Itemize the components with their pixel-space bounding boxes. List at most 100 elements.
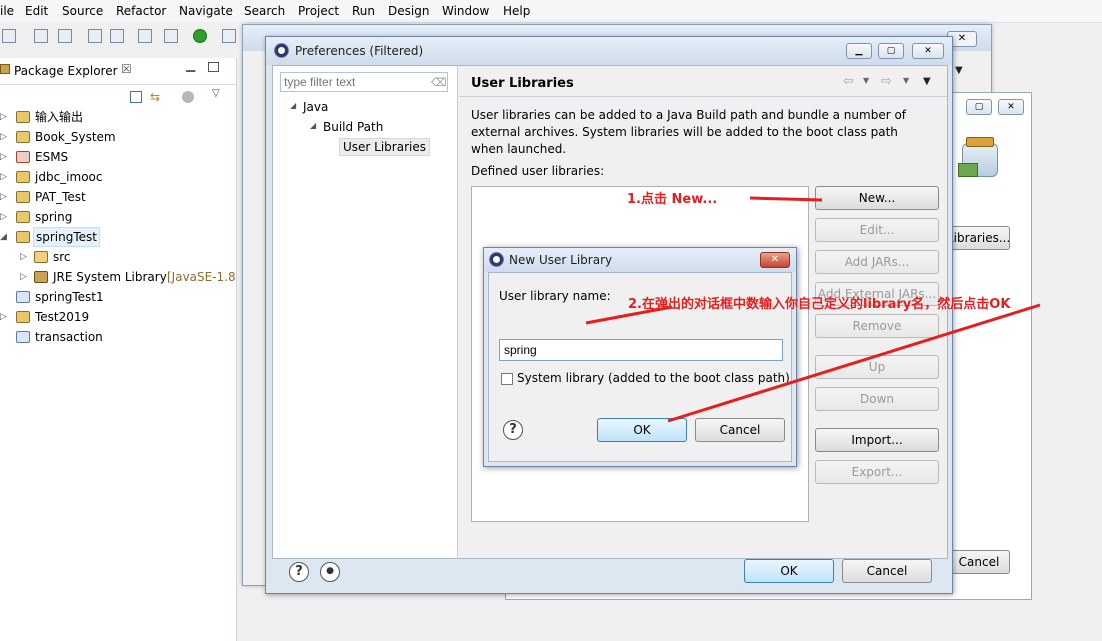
import-button[interactable]: Import... (815, 428, 939, 452)
tree-item[interactable]: ▷ PAT_Test (0, 187, 236, 207)
project-error-icon (16, 151, 30, 163)
run-icon[interactable] (193, 29, 207, 43)
close-icon[interactable]: ☒ (121, 62, 132, 76)
tree-item[interactable]: transaction (0, 327, 236, 347)
collapse-arrow-icon[interactable]: ◢ (0, 227, 8, 247)
maximize-icon[interactable] (208, 62, 219, 72)
tree-item-label: Test2019 (35, 310, 90, 324)
project-icon (16, 131, 30, 143)
edit-button[interactable]: Edit... (815, 218, 939, 242)
preferences-ok-button[interactable]: OK (744, 559, 834, 583)
expand-arrow-icon[interactable]: ▷ (0, 307, 8, 327)
menu-help[interactable]: Help (503, 4, 530, 18)
expand-arrow-icon[interactable]: ▷ (0, 167, 8, 187)
collapse-all-icon[interactable] (130, 91, 142, 103)
open-type-icon[interactable] (88, 29, 102, 43)
close-icon[interactable]: ✕ (912, 43, 944, 59)
menu-run[interactable]: Run (352, 4, 375, 18)
down-button[interactable]: Down (815, 387, 939, 411)
minimize-icon[interactable]: ▁ (186, 58, 195, 72)
menu-project[interactable]: Project (298, 4, 339, 18)
expand-arrow-icon[interactable]: ▷ (0, 127, 8, 147)
tree-item[interactable]: ▷ Book_System (0, 127, 236, 147)
chevron-down-icon[interactable]: ▼ (955, 65, 963, 76)
save-all-icon[interactable] (58, 29, 72, 43)
remove-button[interactable]: Remove (815, 314, 939, 338)
expand-arrow-icon[interactable]: ▷ (20, 247, 28, 267)
view-menu-icon[interactable]: ▼ (923, 76, 931, 87)
collapse-arrow-icon[interactable]: ◢ (310, 121, 316, 130)
menu-refactor[interactable]: Refactor (116, 4, 166, 18)
maximize-icon[interactable]: ▢ (878, 43, 904, 59)
link-editor-icon[interactable]: ⇆ (150, 90, 160, 104)
collapse-arrow-icon[interactable]: ◢ (290, 101, 296, 110)
menu-source[interactable]: Source (62, 4, 103, 18)
tree-item-label: src (53, 250, 71, 264)
expand-arrow-icon[interactable]: ▷ (0, 147, 8, 167)
save-icon[interactable] (34, 29, 48, 43)
minimize-icon[interactable]: ▁ (846, 43, 872, 59)
maximize-icon[interactable]: ▢ (966, 99, 992, 115)
tree-item[interactable]: ▷ spring (0, 207, 236, 227)
preferences-cancel-button[interactable]: Cancel (842, 559, 932, 583)
help-icon[interactable]: ? (289, 562, 309, 582)
preferences-titlebar: Preferences (Filtered) ▁ ▢ ✕ (266, 37, 952, 65)
menu-window[interactable]: Window (442, 4, 489, 18)
dialog-cancel-button[interactable]: Cancel (695, 418, 785, 442)
tree-item-selected[interactable]: ◢ springTest (0, 227, 236, 247)
expand-arrow-icon[interactable]: ▷ (0, 107, 8, 127)
tree-item[interactable]: ▷ ESMS (0, 147, 236, 167)
folder-icon (16, 291, 30, 303)
chevron-down-icon[interactable]: ▼ (863, 76, 869, 85)
tree-item[interactable]: ▷ JRE System Library [JavaSE-1.8 (0, 267, 236, 287)
project-icon (16, 171, 30, 183)
dialog-ok-button[interactable]: OK (597, 418, 687, 442)
clear-filter-icon[interactable]: ⌫ (431, 76, 447, 89)
tree-java[interactable]: Java (303, 100, 328, 114)
new-user-library-titlebar: New User Library ✕ (484, 248, 796, 272)
new-button[interactable]: New... (815, 186, 939, 210)
expand-arrow-icon[interactable]: ▷ (0, 207, 8, 227)
close-icon[interactable]: ✕ (760, 252, 790, 268)
tree-user-libraries[interactable]: User Libraries (339, 138, 430, 156)
menu-navigate[interactable]: Navigate (179, 4, 233, 18)
expand-arrow-icon[interactable]: ▷ (0, 187, 8, 207)
up-button[interactable]: Up (815, 355, 939, 379)
page-title: User Libraries (471, 76, 574, 91)
libraries-button[interactable]: Libraries... (946, 226, 1010, 250)
tree-item[interactable]: ▷ src (0, 247, 236, 267)
tree-item[interactable]: ▷ 输入输出 (0, 107, 236, 127)
view-menu-icon[interactable]: ▽ (212, 88, 220, 99)
library-name-input[interactable] (499, 339, 783, 361)
background-cancel-button[interactable]: Cancel (948, 550, 1010, 574)
forward-arrow-icon[interactable]: ⇨ (881, 74, 892, 89)
menu-file[interactable]: ile (0, 4, 14, 18)
tree-item[interactable]: ▷ Test2019 (0, 307, 236, 327)
menu-search[interactable]: Search (244, 4, 285, 18)
menu-edit[interactable]: Edit (25, 4, 48, 18)
help-icon[interactable]: ? (503, 420, 523, 440)
export-button[interactable]: Export... (815, 460, 939, 484)
tree-build-path[interactable]: Build Path (323, 120, 383, 134)
tree-item-label: ESMS (35, 150, 69, 164)
system-library-checkbox[interactable] (501, 373, 513, 385)
console-icon[interactable] (138, 29, 152, 43)
add-jars-button[interactable]: Add JARs... (815, 250, 939, 274)
system-library-label: System library (added to the boot class … (517, 371, 790, 385)
chevron-down-icon[interactable]: ▼ (903, 76, 909, 85)
open-resource-icon[interactable] (110, 29, 124, 43)
project-icon (16, 111, 30, 123)
library-icon (34, 271, 48, 283)
menu-design[interactable]: Design (388, 4, 429, 18)
back-arrow-icon[interactable]: ⇦ (843, 74, 854, 89)
tree-item[interactable]: ▷ jdbc_imooc (0, 167, 236, 187)
close-icon[interactable]: ✕ (998, 99, 1024, 115)
filter-icon[interactable] (182, 91, 194, 103)
filter-input[interactable] (280, 72, 448, 92)
import-export-icon[interactable]: ● (320, 562, 340, 582)
tree-item[interactable]: springTest1 (0, 287, 236, 307)
bug-icon[interactable] (222, 29, 236, 43)
expand-arrow-icon[interactable]: ▷ (20, 267, 28, 287)
debug-icon[interactable] (164, 29, 178, 43)
new-icon[interactable] (2, 29, 16, 43)
